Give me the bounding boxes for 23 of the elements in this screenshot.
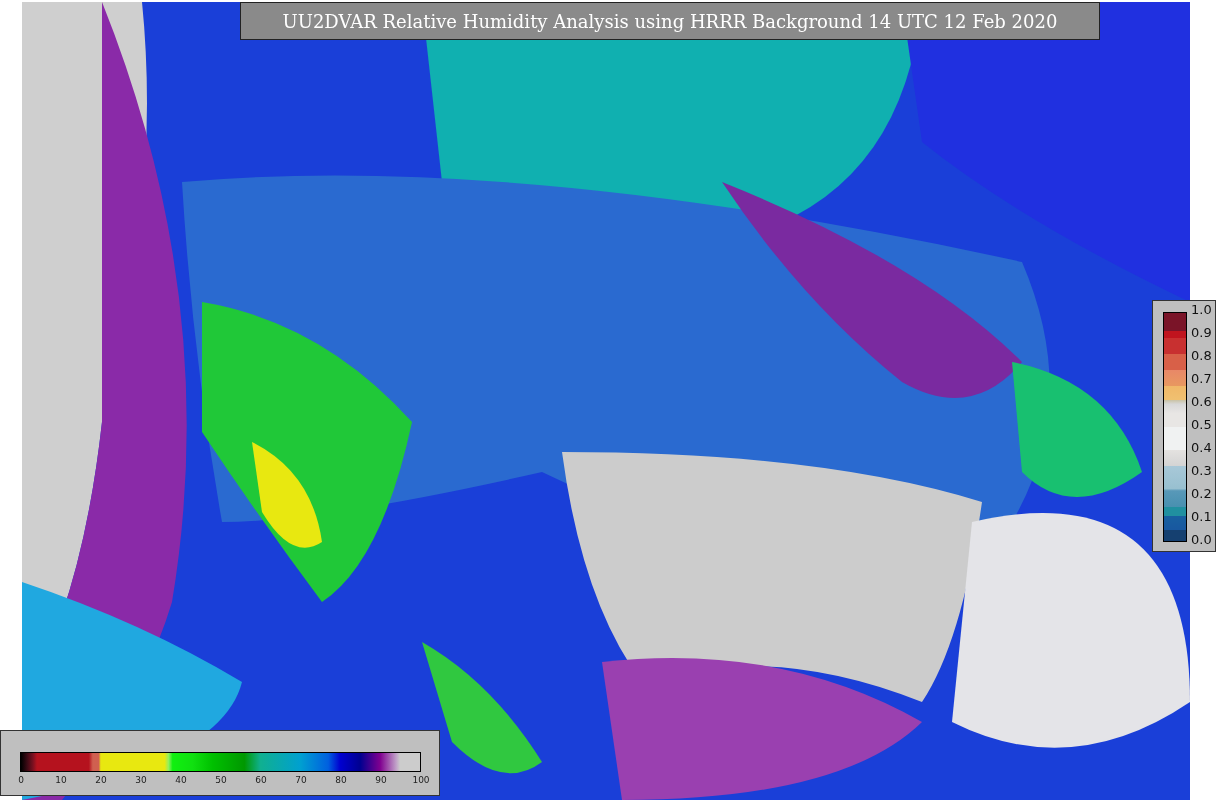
tick-label: 70	[295, 775, 307, 785]
tick-label: 0.4	[1191, 441, 1212, 455]
tick-label: 100	[412, 775, 430, 785]
tick-label: 0.5	[1191, 418, 1212, 432]
tick-label: 0.3	[1191, 464, 1212, 478]
tick-label: 1.0	[1191, 303, 1212, 317]
tick-label: 0.2	[1191, 487, 1212, 501]
tick-label: 20	[95, 775, 107, 785]
tick-label: 90	[375, 775, 387, 785]
tick-label: 0	[18, 775, 24, 785]
tick-label: 0.9	[1191, 326, 1212, 340]
tick-label: 50	[215, 775, 227, 785]
tick-label: 0.7	[1191, 372, 1212, 386]
tick-label: 0.1	[1191, 510, 1212, 524]
tick-label: 80	[335, 775, 347, 785]
map-title: UU2DVAR Relative Humidity Analysis using HRRR Background 14 UTC 12 Feb 2020	[240, 2, 1100, 40]
tick-label: 10	[55, 775, 67, 785]
tick-label: 60	[255, 775, 267, 785]
tick-label: 40	[175, 775, 187, 785]
tick-label: 0.8	[1191, 349, 1212, 363]
tick-label: 30	[135, 775, 147, 785]
tick-label: 0.6	[1191, 395, 1212, 409]
tick-label: 0.0	[1191, 533, 1212, 547]
